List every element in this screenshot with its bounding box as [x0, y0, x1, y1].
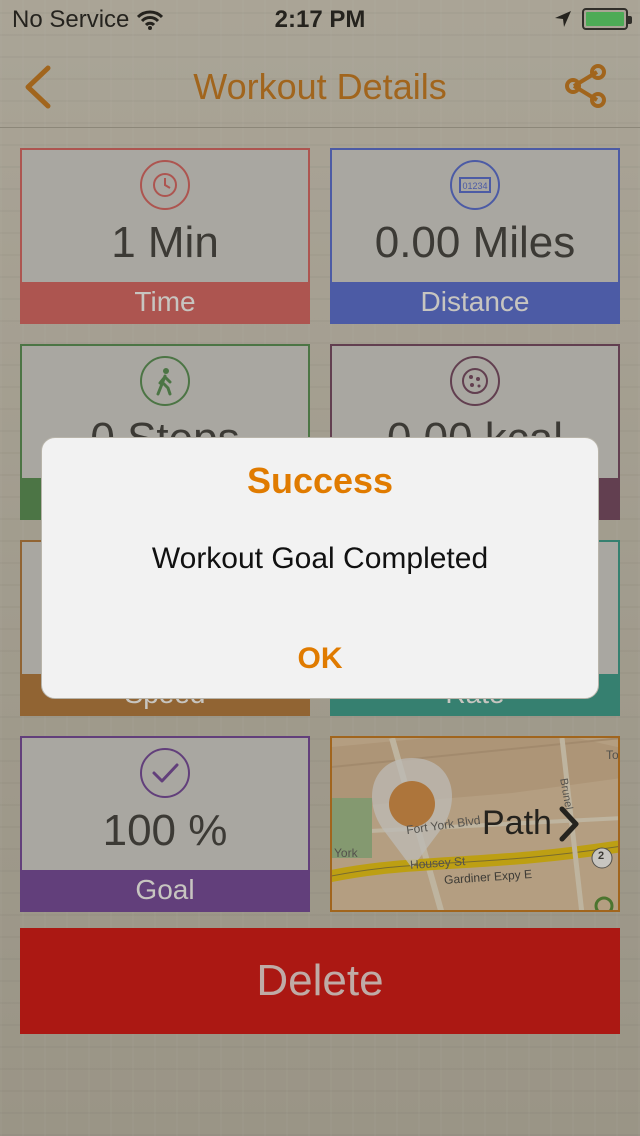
success-alert-dialog: Success Workout Goal Completed OK	[41, 437, 599, 699]
alert-message: Workout Goal Completed	[151, 542, 489, 575]
alert-title: Success	[246, 460, 394, 501]
ok-button[interactable]: OK	[42, 618, 598, 700]
